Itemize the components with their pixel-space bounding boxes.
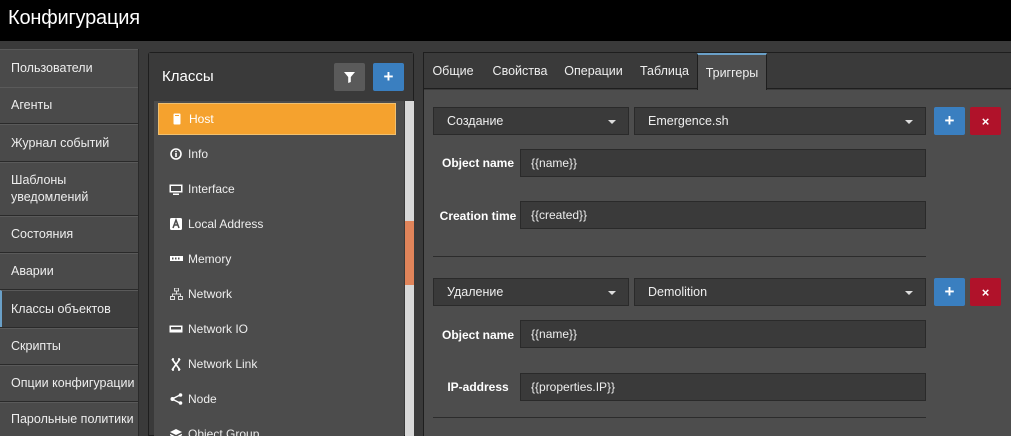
sidebar-item-scripts[interactable]: Скрипты [0,328,138,364]
param-label: Object name [441,156,515,170]
caret-down-icon [905,291,913,295]
app-title: Конфигурация [8,7,140,29]
tab-bar: Общие Свойства Операции Таблица Триггеры [424,53,1011,90]
network-icon [168,288,184,300]
param-label: IP-address [447,380,509,394]
class-item-label: Host [189,112,214,126]
classes-title: Классы [162,68,214,85]
trigger-divider [433,256,926,257]
trigger-event-select[interactable]: Создание [433,107,629,135]
sidebar-item-label: Классы объектов [11,301,111,316]
class-item-label: Network [188,287,233,301]
sidebar-item-password-policies[interactable]: Парольные политики [0,402,138,436]
delete-trigger-button[interactable]: × [970,278,1001,306]
memory-icon [168,255,184,263]
classes-panel: Классы + Host Info Interface Local Addre… [148,52,414,436]
class-item-label: Local Address [188,217,264,231]
class-list: Host Info Interface Local Address Memory… [154,101,404,436]
class-item-label: Network Link [188,357,258,371]
add-class-button[interactable]: + [373,63,404,91]
link-icon [168,357,184,371]
tab-table[interactable]: Таблица [631,53,698,89]
param-value-field[interactable]: {{name}} [520,320,926,348]
class-item-interface[interactable]: Interface [158,173,396,205]
trigger-script-select[interactable]: Emergence.sh [634,107,926,135]
param-value-field[interactable]: {{properties.IP}} [520,373,926,401]
layers-icon [168,429,184,436]
caret-down-icon [608,291,616,295]
param-value-field[interactable]: {{name}} [520,149,926,177]
param-label: Object name [441,328,515,342]
class-item-local-address[interactable]: Local Address [158,208,396,240]
tab-triggers[interactable]: Триггеры [697,53,767,90]
sidebar-item-notification-templates[interactable]: Шаблоны уведомлений [0,162,138,215]
monitor-icon [168,184,184,195]
class-item-network[interactable]: Network [158,278,396,310]
trigger-event-select[interactable]: Удаление [433,278,629,306]
trigger-script-select[interactable]: Demolition [634,278,926,306]
sidebar-item-label: Журнал событий [11,135,110,150]
trigger-event-value: Создание [447,114,504,128]
sidebar-item-label: Опции конфигурации [11,376,135,390]
class-item-label: Object Group [188,427,260,436]
top-bar: Конфигурация [0,0,1011,41]
class-item-network-link[interactable]: Network Link [158,348,396,380]
filter-icon [344,71,355,83]
class-item-object-group[interactable]: Object Group [158,418,396,436]
address-icon [168,218,184,230]
tab-general[interactable]: Общие [424,53,482,89]
sidebar-item-label: Аварии [11,264,54,278]
class-details-panel: Общие Свойства Операции Таблица Триггеры… [423,52,1011,436]
caret-down-icon [905,120,913,124]
class-item-network-io[interactable]: Network IO [158,313,396,345]
param-value-field[interactable]: {{created}} [520,201,926,229]
network-card-icon [168,325,184,333]
sidebar-item-object-classes[interactable]: Классы объектов [0,290,138,327]
caret-down-icon [608,120,616,124]
trigger-script-value: Demolition [648,285,708,299]
add-trigger-button[interactable]: + [934,278,965,306]
info-icon [168,148,184,160]
sidebar-item-alarms[interactable]: Аварии [0,253,138,289]
tab-operations[interactable]: Операции [558,53,629,89]
app-window: Конфигурация Пользователи Агенты Журнал … [0,0,1011,436]
sidebar-item-label: Агенты [11,98,53,112]
class-list-scroll-thumb[interactable] [405,221,414,285]
tab-properties[interactable]: Свойства [484,53,556,89]
filter-button[interactable] [334,63,365,91]
delete-trigger-button[interactable]: × [970,107,1001,135]
sidebar-item-event-log[interactable]: Журнал событий [0,124,138,161]
sidebar-item-states[interactable]: Состояния [0,216,138,252]
sidebar-item-config-options[interactable]: Опции конфигурации [0,365,138,401]
class-item-label: Info [188,147,209,161]
class-item-memory[interactable]: Memory [158,243,396,275]
class-item-info[interactable]: Info [158,138,396,170]
classes-header: Классы + [149,53,413,101]
server-icon [169,113,185,125]
sidebar-item-label: Шаблоны уведомлений [11,173,89,204]
param-label: Creation time [439,209,517,223]
class-item-label: Node [188,392,217,406]
class-item-host[interactable]: Host [158,103,396,135]
sidebar-item-agents[interactable]: Агенты [0,87,138,123]
sidebar-item-users[interactable]: Пользователи [0,49,138,87]
trigger-event-value: Удаление [447,285,504,299]
class-item-label: Interface [188,182,235,196]
class-item-node[interactable]: Node [158,383,396,415]
class-item-label: Network IO [188,322,249,336]
triggers-content: Создание Emergence.sh + × Object name {{… [424,90,1011,436]
class-item-label: Memory [188,252,232,266]
add-trigger-button[interactable]: + [934,107,965,135]
sidebar-item-label: Парольные политики [11,412,134,426]
sidebar-nav: Пользователи Агенты Журнал событий Шабло… [0,49,139,436]
sidebar-item-label: Пользователи [11,61,93,75]
trigger-script-value: Emergence.sh [648,114,729,128]
sidebar-item-label: Состояния [11,227,74,241]
trigger-divider [433,417,926,418]
node-icon [168,393,184,405]
sidebar-item-label: Скрипты [11,339,61,353]
